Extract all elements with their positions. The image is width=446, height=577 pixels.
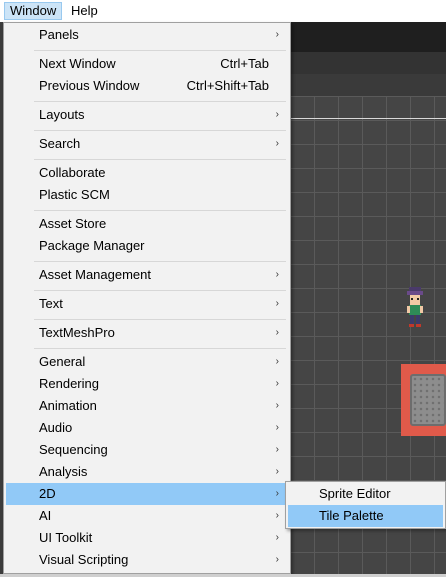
menu-item-label: Sequencing xyxy=(39,442,108,457)
menu-item-collaborate[interactable]: Collaborate xyxy=(6,162,288,184)
menu-item-panels[interactable]: Panels › xyxy=(6,24,288,46)
menu-item-label: Package Manager xyxy=(39,238,145,253)
separator xyxy=(34,290,286,291)
menu-item-plastic-scm[interactable]: Plastic SCM xyxy=(6,184,288,206)
stone-tile xyxy=(410,374,446,426)
chevron-right-icon: › xyxy=(275,554,279,565)
separator xyxy=(34,319,286,320)
menu-item-label: Visual Scripting xyxy=(39,552,129,567)
menu-item-label: Rendering xyxy=(39,376,99,391)
chevron-right-icon: › xyxy=(275,444,279,455)
window-menu: Panels › Next Window Ctrl+Tab Previous Win… xyxy=(3,22,291,574)
menu-item-ai[interactable]: AI › xyxy=(6,505,288,527)
menu-item-layouts[interactable]: Layouts › xyxy=(6,104,288,126)
menu-item-label: Layouts xyxy=(39,107,85,122)
menu-item-search[interactable]: Search › xyxy=(6,133,288,155)
menu-item-label: UI Toolkit xyxy=(39,530,93,545)
menu-item-label: General xyxy=(39,354,86,369)
menu-item-package-manager[interactable]: Package Manager xyxy=(6,235,288,257)
menu-item-visual-scripting[interactable]: Visual Scripting › xyxy=(6,549,288,571)
character-sprite[interactable] xyxy=(404,287,426,329)
camera-bounds-line xyxy=(290,118,446,119)
menu-item-analysis[interactable]: Analysis › xyxy=(6,461,288,483)
separator xyxy=(34,261,286,262)
chevron-right-icon: › xyxy=(275,466,279,477)
menu-item-label: Asset Management xyxy=(39,267,152,282)
menu-item-animation[interactable]: Animation › xyxy=(6,395,288,417)
menu-item-sprite-editor[interactable]: Sprite Editor xyxy=(288,483,443,505)
menu-item-label: Previous Window xyxy=(39,78,140,93)
menu-item-next-window[interactable]: Next Window Ctrl+Tab xyxy=(6,53,288,75)
chevron-right-icon: › xyxy=(275,269,279,280)
menu-item-label: Next Window xyxy=(39,56,116,71)
separator xyxy=(34,101,286,102)
chevron-right-icon: › xyxy=(275,356,279,367)
chevron-right-icon: › xyxy=(275,138,279,149)
chevron-right-icon: › xyxy=(275,109,279,120)
editor-tab-bar xyxy=(290,22,446,52)
menu-bar: Window Help xyxy=(0,0,446,22)
chevron-right-icon: › xyxy=(275,422,279,433)
chevron-right-icon: › xyxy=(275,298,279,309)
chevron-right-icon: › xyxy=(275,400,279,411)
menu-item-label: Sprite Editor xyxy=(319,486,391,501)
menu-item-label: AI xyxy=(39,508,52,523)
menu-item-general[interactable]: General › xyxy=(6,351,288,373)
menu-item-asset-management[interactable]: Asset Management › xyxy=(6,264,288,286)
menu-item-sequencing[interactable]: Sequencing › xyxy=(6,439,288,461)
separator xyxy=(34,210,286,211)
submenu-2d: Sprite Editor Tile Palette xyxy=(285,481,446,529)
menu-item-text[interactable]: Text › xyxy=(6,293,288,315)
scene-header xyxy=(290,74,446,96)
menu-item-textmeshpro[interactable]: TextMeshPro › xyxy=(6,322,288,344)
separator xyxy=(34,348,286,349)
scene-toolbar xyxy=(290,52,446,74)
menu-item-tile-palette[interactable]: Tile Palette xyxy=(288,505,443,527)
menu-item-label: Audio xyxy=(39,420,73,435)
menu-item-label: Search xyxy=(39,136,81,151)
chevron-right-icon: › xyxy=(275,378,279,389)
menu-item-label: TextMeshPro xyxy=(39,325,115,340)
separator xyxy=(34,130,286,131)
menu-help[interactable]: Help xyxy=(66,2,103,20)
menu-item-label: Text xyxy=(39,296,63,311)
menu-item-audio[interactable]: Audio › xyxy=(6,417,288,439)
menu-item-label: 2D xyxy=(39,486,56,501)
menu-item-label: Tile Palette xyxy=(319,508,384,523)
menu-item-label: Panels xyxy=(39,27,79,42)
menu-item-label: Asset Store xyxy=(39,216,107,231)
menu-item-rendering[interactable]: Rendering › xyxy=(6,373,288,395)
chevron-right-icon: › xyxy=(275,532,279,543)
menu-item-label: Collaborate xyxy=(39,165,106,180)
menu-window[interactable]: Window xyxy=(4,2,63,20)
menu-item-label: Plastic SCM xyxy=(39,187,110,202)
separator xyxy=(34,50,286,51)
menu-item-asset-store[interactable]: Asset Store xyxy=(6,213,288,235)
chevron-right-icon: › xyxy=(275,488,279,499)
menu-item-2d[interactable]: 2D › xyxy=(6,483,288,505)
shortcut-label: Ctrl+Shift+Tab xyxy=(186,78,269,93)
menu-item-label: Analysis xyxy=(39,464,88,479)
chevron-right-icon: › xyxy=(275,29,279,40)
chevron-right-icon: › xyxy=(275,327,279,338)
menu-item-ui-toolkit[interactable]: UI Toolkit › xyxy=(6,527,288,549)
menu-item-previous-window[interactable]: Previous Window Ctrl+Shift+Tab xyxy=(6,75,288,97)
chevron-right-icon: › xyxy=(275,510,279,521)
menu-item-label: Animation xyxy=(39,398,97,413)
shortcut-label: Ctrl+Tab xyxy=(220,56,269,71)
separator xyxy=(34,159,286,160)
